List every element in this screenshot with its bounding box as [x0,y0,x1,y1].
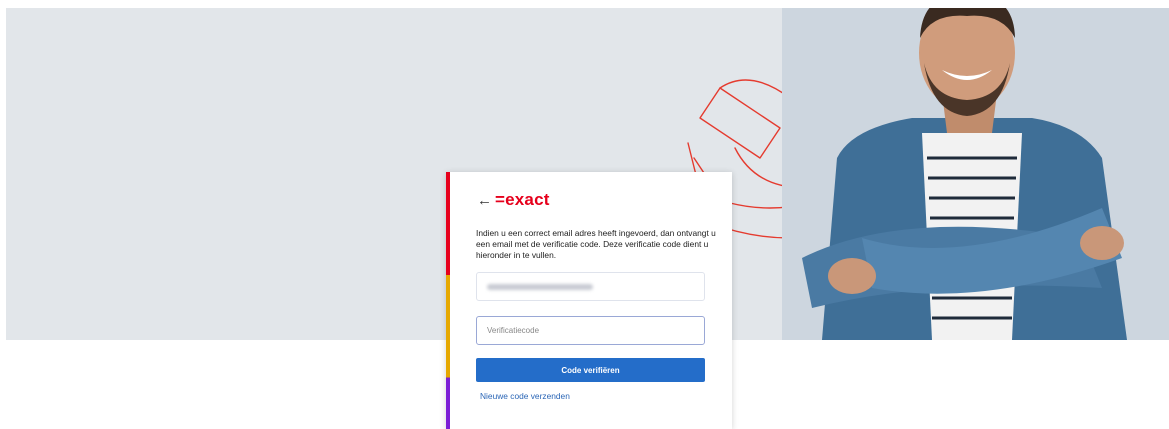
instruction-text: Indien u een correct email adres heeft i… [476,228,716,260]
hero-photo [782,8,1169,340]
verification-code-input[interactable] [476,316,705,345]
smiling-man-image [802,8,1127,340]
back-arrow-icon[interactable]: ← [477,192,492,210]
brand-color-stripe [446,172,450,429]
exact-logo: =exact [495,190,550,209]
verify-code-button[interactable]: Code verifiëren [476,358,705,382]
verification-card: ← =exact Indien u een correct email adre… [446,172,732,429]
email-field [476,272,705,301]
blurred-email-value [487,284,593,290]
resend-code-link[interactable]: Nieuwe code verzenden [480,391,570,401]
